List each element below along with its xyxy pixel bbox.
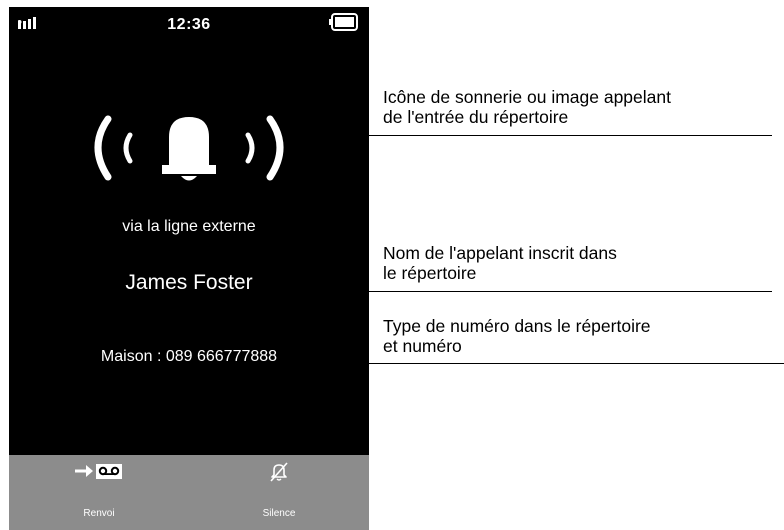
annotation-ringtone-icon: Icône de sonnerie ou image appelant de l… (383, 87, 671, 127)
status-bar: 12:36 (9, 7, 369, 43)
forward-label: Renvoi (83, 508, 115, 519)
phone-screen: 12:36 via la ligne externe James Foster … (9, 7, 369, 530)
silence-label: Silence (262, 508, 296, 519)
caller-number: Maison : 089 666777888 (100, 348, 278, 365)
bell-muted-icon (270, 462, 288, 482)
caller-name: James Foster (125, 271, 253, 294)
battery-icon (329, 13, 358, 31)
leader-line-number-type (340, 363, 784, 364)
line-label: via la ligne externe (122, 218, 256, 235)
ringing-bell-icon (94, 115, 284, 181)
forward-to-voicemail-icon (75, 464, 122, 479)
annotation-number-type: Type de numéro dans le répertoire et num… (383, 316, 651, 356)
action-bar: Renvoi Silence (9, 455, 369, 530)
clock: 12:36 (167, 16, 211, 33)
leader-line-ringtone-icon (340, 135, 772, 136)
ringing-bell-area (9, 107, 369, 197)
silence-button[interactable]: Silence (189, 455, 369, 530)
leader-line-caller-name (340, 291, 772, 292)
forward-button[interactable]: Renvoi (9, 455, 189, 530)
annotation-caller-name: Nom de l'appelant inscrit dans le répert… (383, 243, 617, 283)
